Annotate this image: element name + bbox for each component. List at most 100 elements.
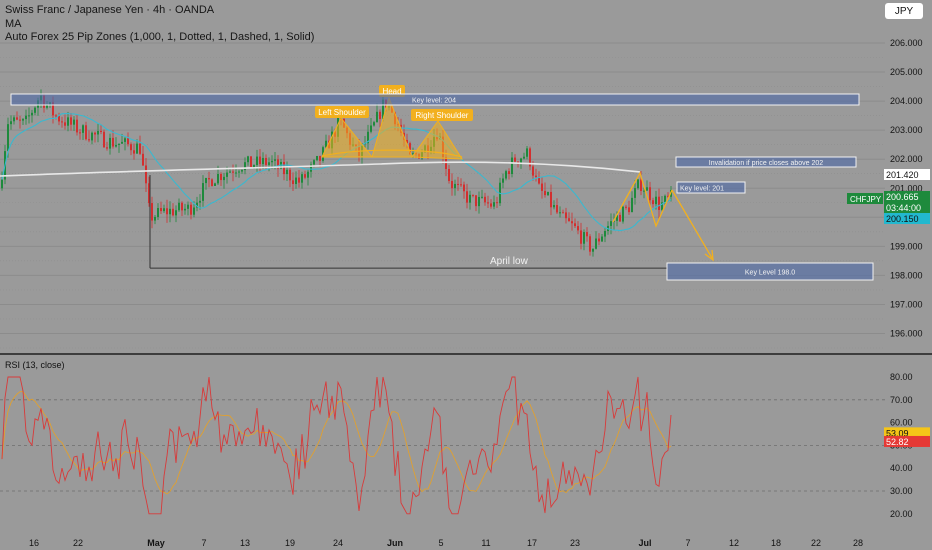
candle-body: [208, 178, 210, 180]
candle-body: [67, 117, 69, 126]
candle-body: [259, 156, 261, 165]
candle-body: [460, 184, 462, 186]
candle-body: [58, 115, 60, 122]
candle-body: [241, 170, 243, 172]
candle-body: [640, 179, 642, 191]
time-tick-label: 22: [811, 538, 821, 548]
candle-body: [76, 119, 78, 133]
candle-body: [373, 122, 375, 126]
candle-body: [64, 122, 66, 126]
candle-body: [220, 173, 222, 181]
candle-body: [205, 178, 207, 184]
candle-body: [22, 119, 24, 121]
candle-body: [19, 119, 21, 121]
candle-body: [646, 187, 648, 191]
candle-body: [595, 238, 597, 249]
candle-body: [163, 208, 165, 212]
pip-zones-indicator-label[interactable]: Auto Forex 25 Pip Zones (1,000, 1, Dotte…: [5, 31, 314, 44]
candle-body: [496, 202, 498, 204]
candle-body: [118, 143, 120, 145]
candle-body: [610, 221, 612, 226]
time-tick-label: May: [147, 538, 165, 548]
candle-body: [271, 160, 273, 163]
candle-body: [487, 202, 489, 204]
candle-body: [115, 144, 117, 147]
candle-body: [514, 157, 516, 162]
candle-body: [250, 156, 252, 167]
candle-body: [202, 183, 204, 201]
candle-body: [286, 169, 288, 175]
candle-body: [619, 214, 621, 222]
marker-200150-label: 200.150: [886, 214, 919, 224]
time-tick-label: 13: [240, 538, 250, 548]
candle-body: [211, 179, 213, 186]
candle-body: [571, 221, 573, 224]
key-level-204-zone-label: Key level: 204: [412, 98, 456, 105]
currency-button[interactable]: JPY: [885, 3, 923, 19]
price-tick-label: 198.000: [890, 270, 923, 280]
candle-body: [244, 162, 246, 171]
candle-body: [511, 157, 513, 175]
time-tick-label: 16: [29, 538, 39, 548]
candle-body: [466, 191, 468, 203]
time-tick-label: 12: [729, 538, 739, 548]
candle-body: [457, 183, 459, 185]
candle-body: [637, 179, 639, 189]
candle-body: [580, 230, 582, 244]
candle-body: [523, 156, 525, 159]
candle-body: [655, 196, 657, 205]
candle-body: [586, 232, 588, 237]
candle-body: [502, 178, 504, 183]
candle-body: [253, 165, 255, 167]
candle-body: [274, 159, 276, 161]
candle-body: [10, 121, 12, 125]
price-chart[interactable]: 206.000205.000204.000203.000202.000201.0…: [0, 0, 932, 550]
candle-body: [262, 157, 264, 165]
right-shoulder-label: Right Shoulder: [416, 111, 469, 120]
candle-body: [445, 157, 447, 170]
price-tick-label: 204.000: [890, 96, 923, 106]
price-tick-label: 206.000: [890, 38, 923, 48]
candle-body: [379, 111, 381, 120]
ma-indicator-label[interactable]: MA: [5, 18, 22, 31]
time-tick-label: 11: [481, 538, 490, 548]
candle-body: [478, 196, 480, 207]
candle-body: [295, 177, 297, 185]
candle-body: [133, 150, 135, 154]
candle-body: [631, 197, 633, 213]
time-tick-label: 7: [685, 538, 690, 548]
candle-body: [490, 203, 492, 207]
time-tick-label: 24: [333, 538, 343, 548]
candle-body: [109, 137, 111, 149]
time-tick-label: 28: [853, 538, 863, 548]
candle-body: [94, 132, 96, 135]
candle-body: [370, 125, 372, 132]
candle-body: [547, 191, 549, 196]
candle-body: [589, 236, 591, 252]
candle-body: [100, 130, 102, 132]
candle-body: [160, 208, 162, 212]
rsi-marker-label: 52.82: [886, 437, 909, 447]
candle-body: [238, 171, 240, 173]
candle-body: [289, 169, 291, 181]
candle-body: [550, 191, 552, 208]
time-tick-label: Jun: [387, 538, 403, 548]
candle-body: [307, 171, 309, 178]
candle-body: [265, 157, 267, 165]
candle-body: [559, 212, 561, 214]
candle-body: [598, 238, 600, 242]
marker-201420-label: 201.420: [886, 170, 919, 180]
candle-body: [28, 115, 30, 117]
candle-body: [73, 119, 75, 125]
invalidation-zone-label: Invalidation if price closes above 202: [709, 160, 824, 167]
candle-body: [106, 147, 108, 149]
candle-body: [172, 208, 174, 216]
candle-body: [472, 194, 474, 196]
candle-body: [508, 171, 510, 175]
candle-body: [79, 132, 81, 134]
price-tick-label: 202.000: [890, 154, 923, 164]
candle-body: [658, 196, 660, 211]
candle-body: [217, 173, 219, 184]
rsi-title: RSI (13, close): [5, 360, 65, 370]
candle-body: [193, 207, 195, 215]
